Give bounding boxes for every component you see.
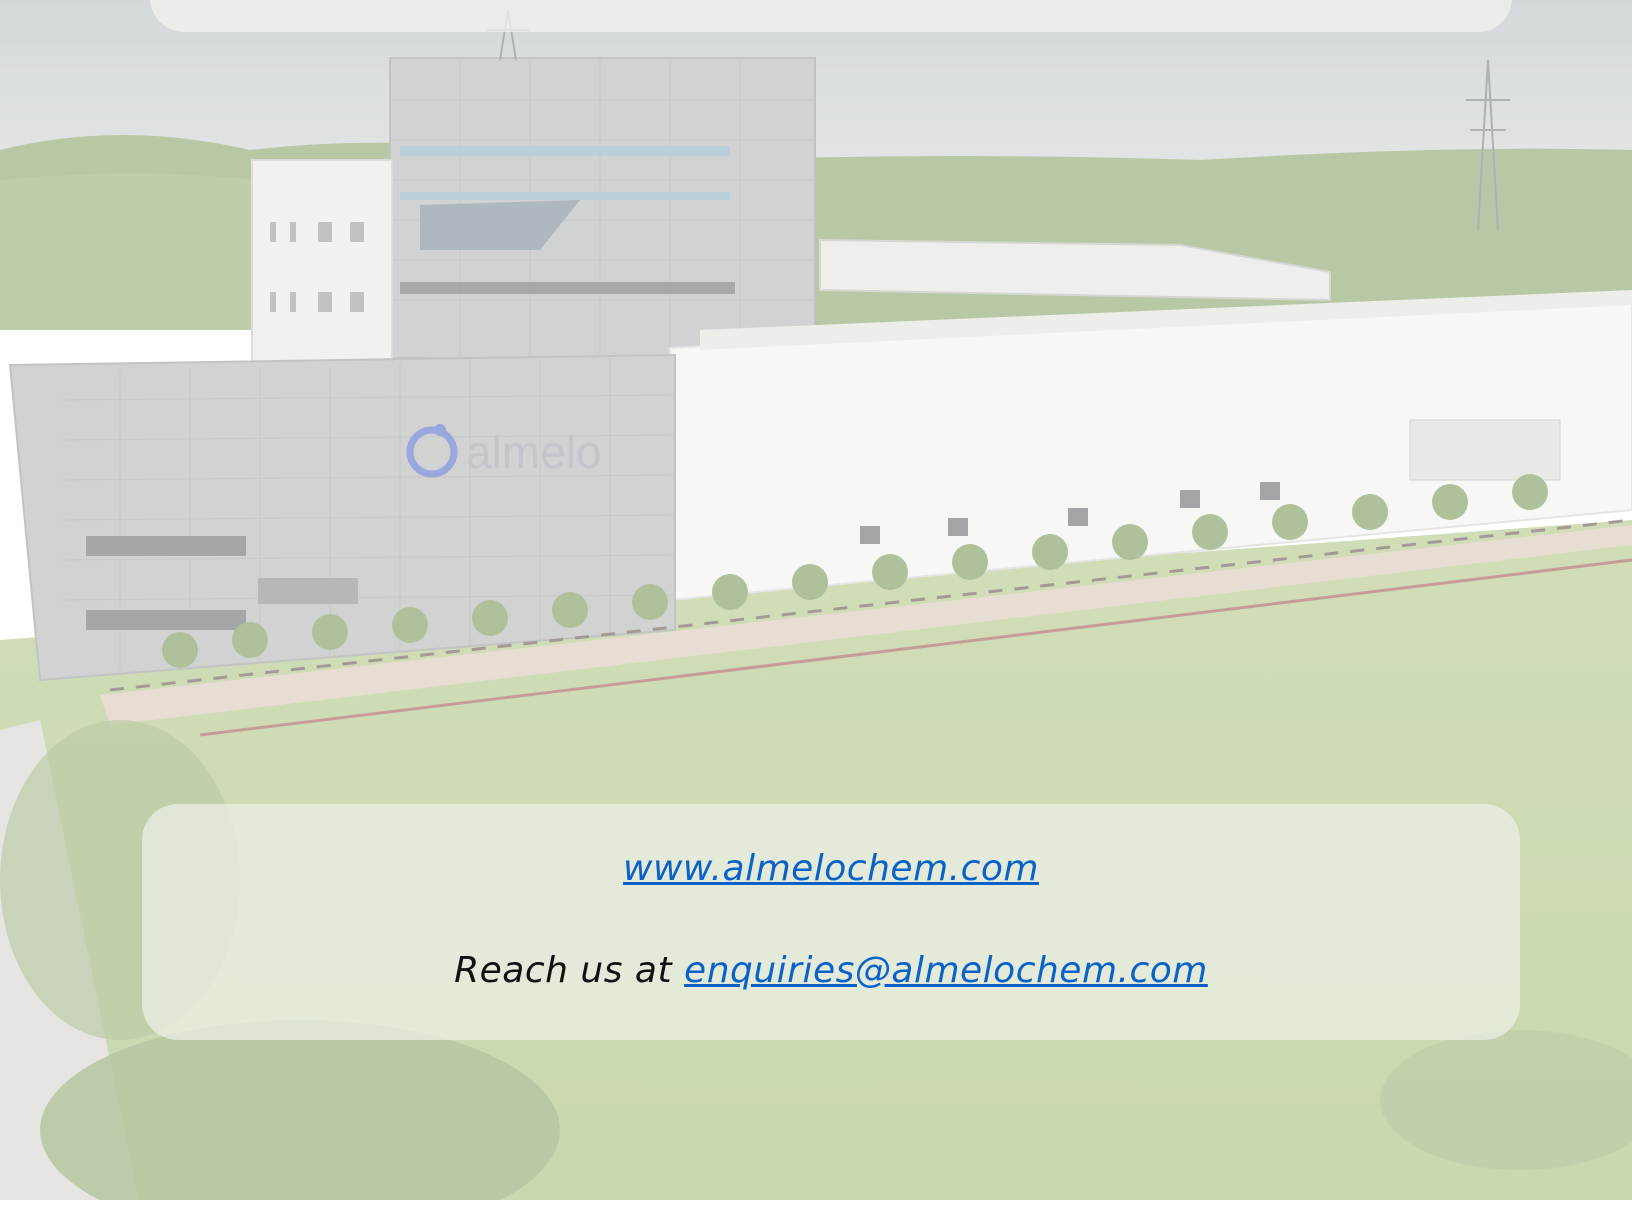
bottom-edge [0,1200,1632,1206]
reach-us-line: Reach us at enquiries@almelochem.com [142,950,1520,991]
website-link[interactable]: www.almelochem.com [142,848,1520,889]
top-panel [150,0,1512,32]
contact-panel: www.almelochem.com Reach us at enquiries… [142,804,1520,1040]
reach-us-label: Reach us at [454,950,685,991]
email-link[interactable]: enquiries@almelochem.com [684,950,1208,991]
